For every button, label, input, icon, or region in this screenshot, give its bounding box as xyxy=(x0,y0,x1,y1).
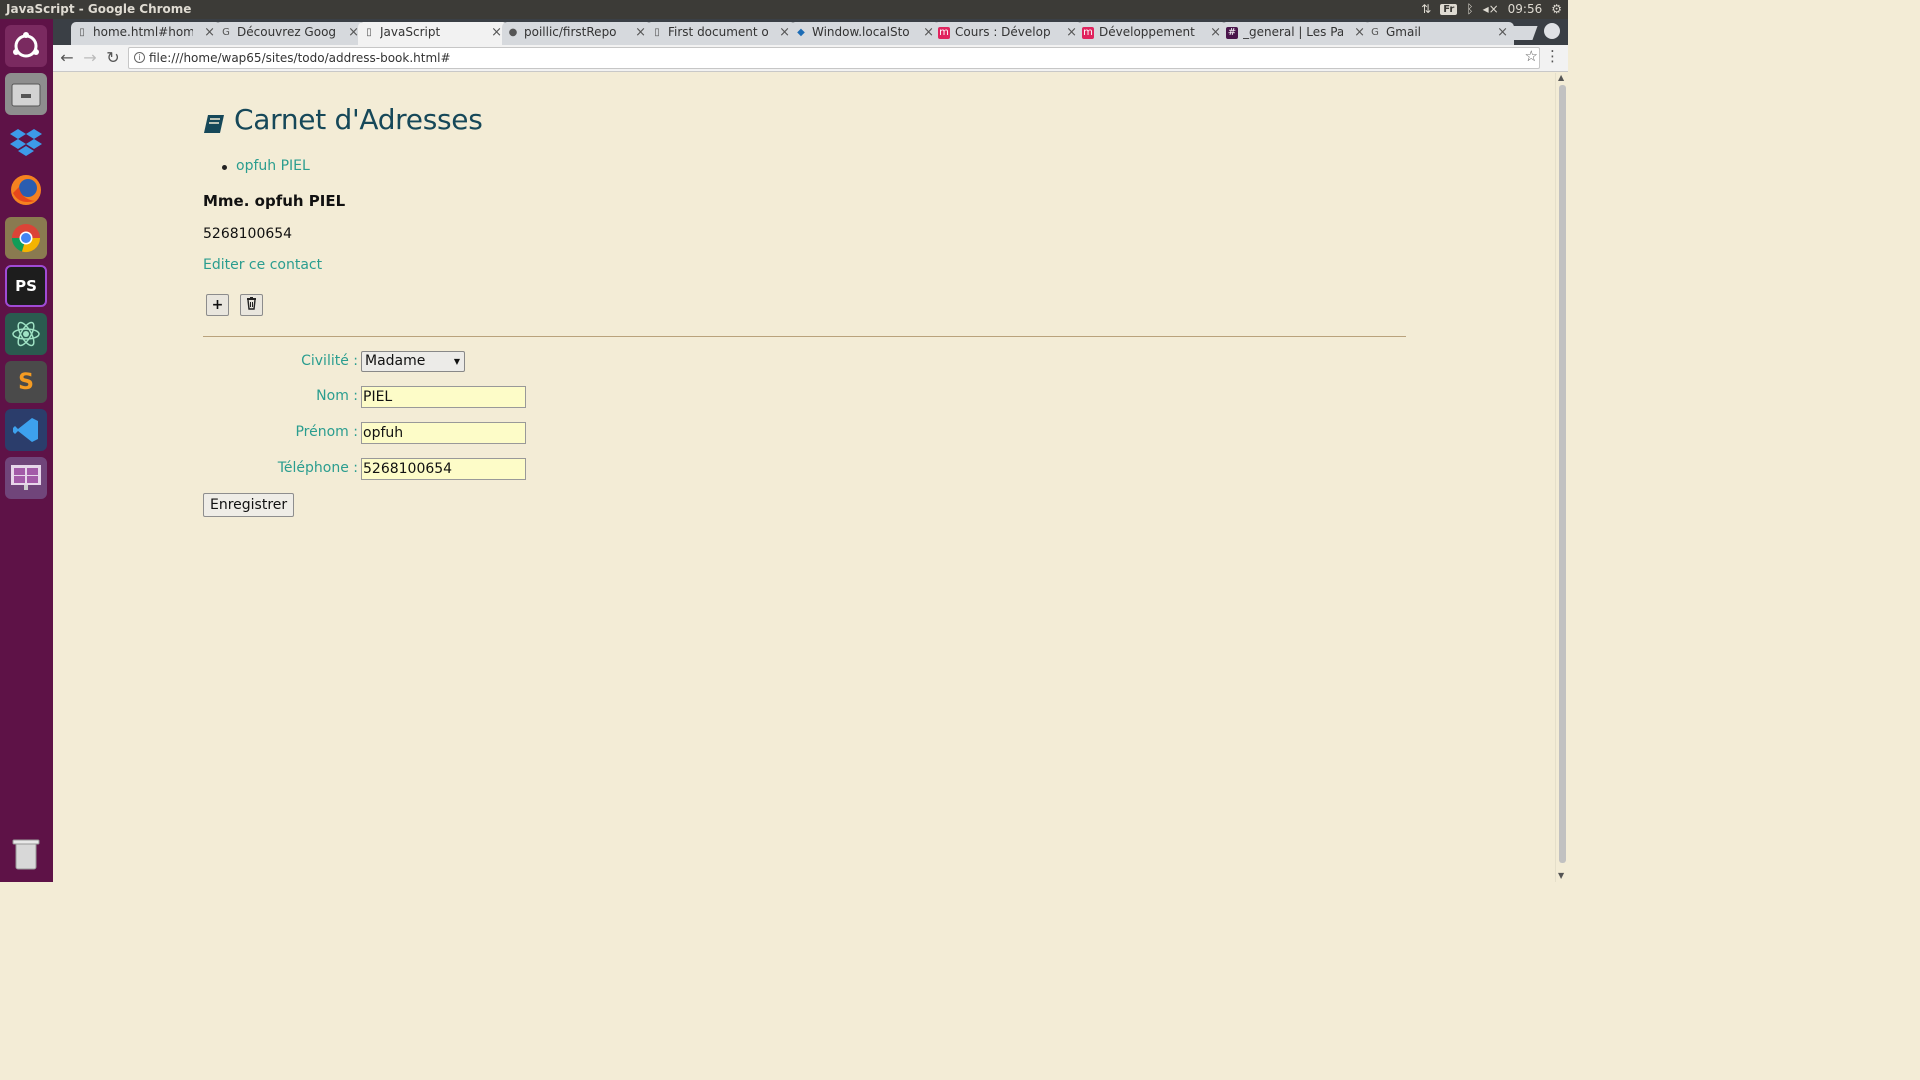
divider xyxy=(203,336,1406,337)
volume-icon[interactable]: ◂× xyxy=(1483,2,1499,16)
tab-strip: ▯ home.html#hom × G Découvrez Goog × ▯ JavaSc… xyxy=(53,19,1568,45)
clock[interactable]: 09:56 xyxy=(1508,2,1543,16)
google-icon: G xyxy=(222,27,230,38)
browser-toolbar: ← → ↻ i file:///home/wap65/sites/todo/ad… xyxy=(53,45,1568,72)
openclassrooms-icon: m xyxy=(938,27,950,39)
settings-gear-icon[interactable]: ⚙ xyxy=(1551,2,1562,16)
chrome-icon[interactable] xyxy=(5,217,47,259)
page-icon: ▯ xyxy=(654,27,660,38)
network-icon[interactable]: ⇅ xyxy=(1421,2,1431,16)
atom-icon[interactable] xyxy=(5,313,47,355)
openclassrooms-icon: m xyxy=(1082,27,1094,39)
lastname-input[interactable] xyxy=(361,386,526,408)
page-icon: ▯ xyxy=(366,27,372,38)
github-icon: ● xyxy=(508,27,518,38)
scrollbar-thumb[interactable] xyxy=(1559,85,1566,863)
launcher: PS S xyxy=(0,19,53,882)
tab-cours-developpement[interactable]: m Cours : Dévelop × xyxy=(933,22,1083,45)
top-panel: JavaScript - Google Chrome ⇅ Fr ᛒ ◂× 09:… xyxy=(0,0,1568,19)
google-icon: G xyxy=(1371,27,1379,38)
trash-icon xyxy=(246,296,257,314)
tab-close-icon[interactable]: × xyxy=(1066,22,1077,43)
tab-close-icon[interactable]: × xyxy=(204,22,215,43)
address-url: file:///home/wap65/sites/todo/address-bo… xyxy=(149,51,451,65)
address-bar[interactable]: i file:///home/wap65/sites/todo/address-… xyxy=(128,47,1540,69)
contact-list: opfuh PIEL xyxy=(222,158,310,174)
tab-developpement[interactable]: m Développement × xyxy=(1077,22,1227,45)
civility-select[interactable]: Madame ▼ xyxy=(361,351,465,372)
mdn-icon: ◆ xyxy=(797,27,805,38)
page-title-text: Carnet d'Adresses xyxy=(234,103,483,136)
keyboard-layout-indicator[interactable]: Fr xyxy=(1440,3,1458,15)
lastname-label: Nom : xyxy=(316,388,358,404)
vertical-scrollbar[interactable]: ▲ ▼ xyxy=(1555,73,1568,882)
tab-first-document[interactable]: ▯ First document o × xyxy=(646,22,796,45)
trash-icon[interactable] xyxy=(5,833,47,875)
firstname-row: Prénom : xyxy=(203,422,603,444)
contact-fullname: Mme. opfuh PIEL xyxy=(203,192,346,210)
scroll-down-arrow-icon[interactable]: ▼ xyxy=(1558,871,1564,880)
sublime-text-icon[interactable]: S xyxy=(5,361,47,403)
phone-input[interactable] xyxy=(361,458,526,480)
book-icon xyxy=(203,109,225,133)
delete-contacts-button[interactable] xyxy=(240,294,263,316)
slack-icon: # xyxy=(1226,27,1238,39)
page-icon: ▯ xyxy=(79,27,85,38)
window-title: JavaScript - Google Chrome xyxy=(6,2,192,16)
scroll-up-arrow-icon[interactable]: ▲ xyxy=(1558,73,1564,82)
phone-label: Téléphone : xyxy=(277,460,358,476)
tab-slack-general[interactable]: # _general | Les Pa × xyxy=(1221,22,1371,45)
files-icon[interactable] xyxy=(5,73,47,115)
plus-icon: + xyxy=(211,297,224,313)
dropbox-icon[interactable] xyxy=(5,121,47,163)
civility-label: Civilité : xyxy=(301,353,358,369)
lastname-row: Nom : xyxy=(203,386,603,408)
back-arrow-icon[interactable]: ← xyxy=(57,48,77,67)
tab-javascript[interactable]: ▯ JavaScript × xyxy=(358,22,508,45)
phone-row: Téléphone : xyxy=(203,458,603,480)
contact-phone: 5268100654 xyxy=(203,226,293,242)
tab-gmail[interactable]: G Gmail × xyxy=(1364,22,1514,45)
tab-close-icon[interactable]: × xyxy=(491,22,502,43)
add-contact-button[interactable]: + xyxy=(206,294,229,316)
tab-window-localstorage[interactable]: ◆ Window.localSto × xyxy=(790,22,940,45)
menu-kebab-icon[interactable]: ⋮ xyxy=(1545,47,1560,65)
page-title: Carnet d'Adresses xyxy=(203,103,483,136)
firstname-input[interactable] xyxy=(361,422,526,444)
new-tab-button[interactable] xyxy=(1506,26,1538,40)
vscode-icon[interactable] xyxy=(5,409,47,451)
reload-icon[interactable]: ↻ xyxy=(103,48,123,67)
list-item[interactable]: opfuh PIEL xyxy=(222,158,310,174)
bluetooth-icon[interactable]: ᛒ xyxy=(1466,2,1473,16)
firstname-label: Prénom : xyxy=(295,424,358,440)
info-icon[interactable]: i xyxy=(134,52,145,63)
tab-close-icon[interactable]: × xyxy=(1210,22,1221,43)
ubuntu-dash-icon[interactable] xyxy=(5,25,47,67)
firefox-icon[interactable] xyxy=(5,169,47,211)
tab-decouvrez-google[interactable]: G Découvrez Goog × xyxy=(215,22,365,45)
bookmark-star-icon[interactable]: ☆ xyxy=(1525,47,1538,65)
save-button[interactable]: Enregistrer xyxy=(203,493,295,517)
edit-contact-link[interactable]: Editer ce contact xyxy=(203,257,322,273)
tab-close-icon[interactable]: × xyxy=(779,22,790,43)
profile-icon[interactable] xyxy=(1544,23,1560,39)
system-tray: ⇅ Fr ᛒ ◂× 09:56 ⚙ xyxy=(1421,2,1562,16)
tab-github-firstrepo[interactable]: ● poillic/firstRepo × xyxy=(502,22,652,45)
dropdown-arrow-icon: ▼ xyxy=(453,357,460,366)
tab-home[interactable]: ▯ home.html#hom × xyxy=(71,22,221,45)
civility-row: Civilité : Madame ▼ xyxy=(203,351,603,373)
forward-arrow-icon[interactable]: → xyxy=(80,48,100,67)
tab-close-icon[interactable]: × xyxy=(635,22,646,43)
workspace-switcher-icon[interactable] xyxy=(5,457,47,499)
phpstorm-icon[interactable]: PS xyxy=(5,265,47,307)
page-content: Carnet d'Adresses opfuh PIEL Mme. opfuh … xyxy=(53,73,1555,882)
